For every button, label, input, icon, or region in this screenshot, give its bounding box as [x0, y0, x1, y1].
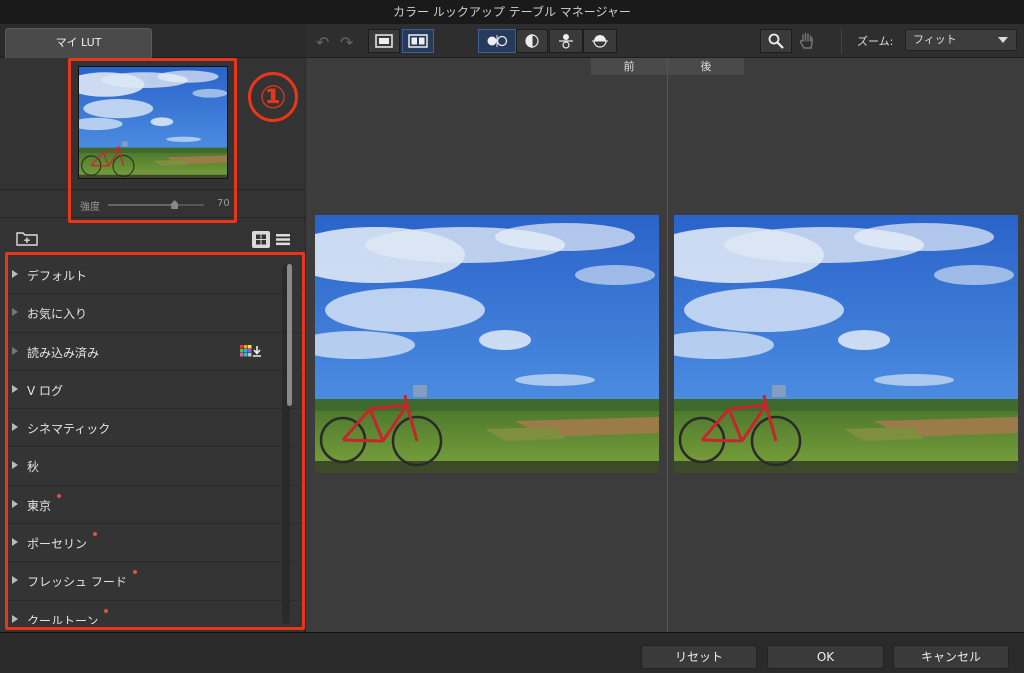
vertical-split-button[interactable] — [516, 29, 548, 53]
before-label: 前 — [591, 58, 667, 75]
reset-button[interactable]: リセット — [641, 645, 757, 669]
list-view-icon[interactable] — [274, 231, 292, 248]
add-folder-icon[interactable] — [16, 230, 38, 246]
split-view-button[interactable] — [402, 29, 434, 53]
vertical-split-icon — [525, 34, 539, 48]
dialog-button-bar: リセット OK キャンセル — [0, 632, 1024, 673]
tab-my-lut[interactable]: マイ LUT — [5, 28, 152, 58]
side-by-side-icon — [487, 35, 508, 47]
window-title: カラー ルックアップ テーブル マネージャー — [0, 0, 1024, 24]
undo-icon[interactable]: ↶ — [316, 33, 329, 52]
chevron-down-icon — [998, 37, 1008, 43]
grid-view-icon[interactable] — [252, 231, 270, 248]
overlay-split-icon — [592, 35, 608, 48]
split-view-icon — [408, 34, 428, 48]
redo-icon[interactable]: ↷ — [340, 33, 353, 52]
after-image — [674, 215, 1018, 473]
single-view-button[interactable] — [368, 29, 400, 53]
annotation-number-1: ① — [248, 72, 298, 122]
zoom-select-value: フィット — [913, 33, 957, 46]
zoom-tool-button[interactable] — [760, 29, 792, 53]
compare-divider[interactable] — [667, 58, 668, 632]
cancel-button[interactable]: キャンセル — [893, 645, 1009, 669]
list-toolbar — [0, 220, 305, 256]
tab-bar: マイ LUT — [0, 24, 305, 58]
zoom-select[interactable]: フィット — [905, 29, 1017, 51]
hand-pan-icon[interactable] — [799, 32, 815, 54]
zoom-label: ズーム: — [857, 35, 894, 48]
annotation-box-2 — [5, 252, 305, 630]
single-view-icon — [375, 34, 393, 48]
preview-toolbar: ↶ ↷ ズーム: フィット — [306, 24, 1024, 58]
side-by-side-compare-button[interactable] — [478, 29, 516, 53]
ok-button[interactable]: OK — [767, 645, 884, 669]
annotation-box-1 — [68, 58, 237, 223]
magnifier-icon — [768, 33, 784, 49]
overlay-split-button[interactable] — [583, 29, 617, 53]
horizontal-split-icon — [559, 34, 573, 49]
preview-area: 前 後 — [306, 58, 1024, 632]
after-label: 後 — [668, 58, 744, 75]
horizontal-split-button[interactable] — [549, 29, 583, 53]
before-image — [315, 215, 659, 473]
toolbar-separator — [841, 28, 842, 54]
